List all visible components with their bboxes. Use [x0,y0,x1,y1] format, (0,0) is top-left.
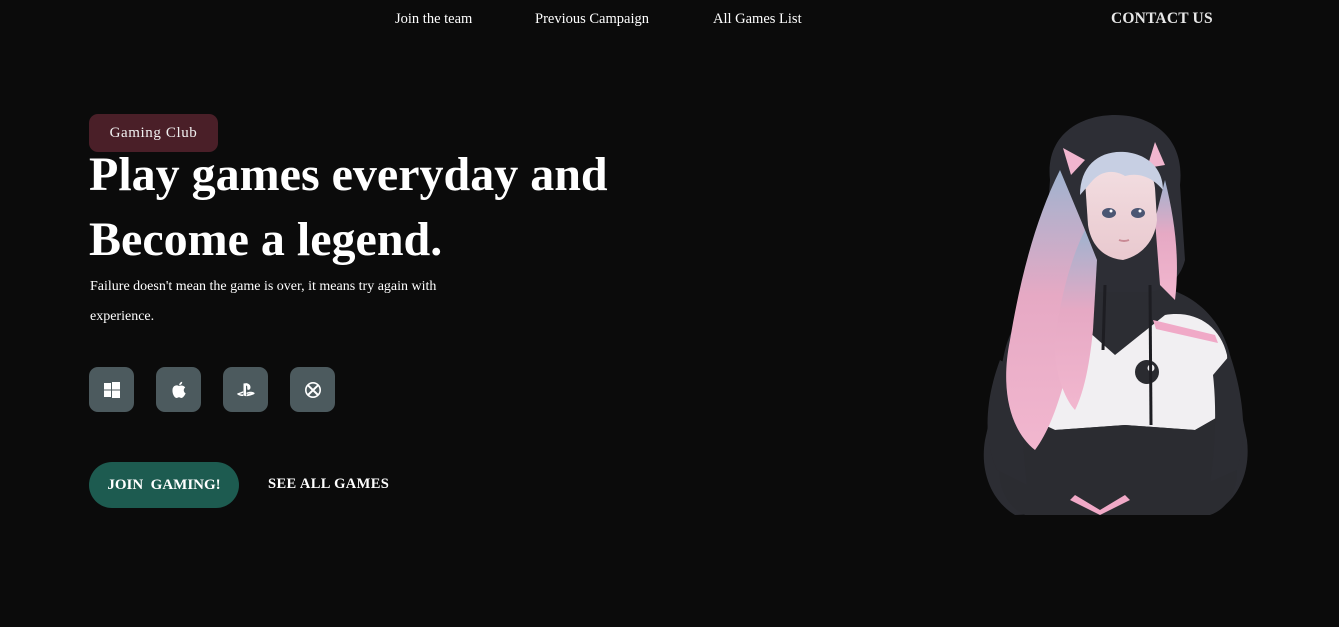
nav-link-all-games[interactable]: All Games List [713,11,802,28]
landing-page: Join the team Previous Campaign All Game… [0,0,1339,627]
playstation-icon [236,382,255,396]
windows-button[interactable] [89,367,134,412]
xbox-button[interactable] [290,367,335,412]
apple-button[interactable] [156,367,201,412]
hero-character-illustration [983,115,1248,515]
windows-icon [103,381,120,398]
see-all-games-link[interactable]: SEE ALL GAMES [268,476,389,493]
join-gaming-button[interactable]: JOIN GAMING! [89,462,239,508]
apple-icon [171,381,186,398]
hero-subtext: Failure doesn't mean the game is over, i… [90,279,437,324]
contact-us-link[interactable]: CONTACT US [1111,10,1213,28]
headline-line-1: Play games everyday and [89,148,608,201]
headline-line-2: Become a legend. [89,213,443,266]
nav-link-previous-campaign[interactable]: Previous Campaign [535,11,649,28]
playstation-button[interactable] [223,367,268,412]
nav-link-join-team[interactable]: Join the team [395,11,472,28]
xbox-icon [304,381,321,398]
hero-headline: Play games everyday and Become a legend. [89,142,689,272]
platform-buttons [89,367,335,412]
